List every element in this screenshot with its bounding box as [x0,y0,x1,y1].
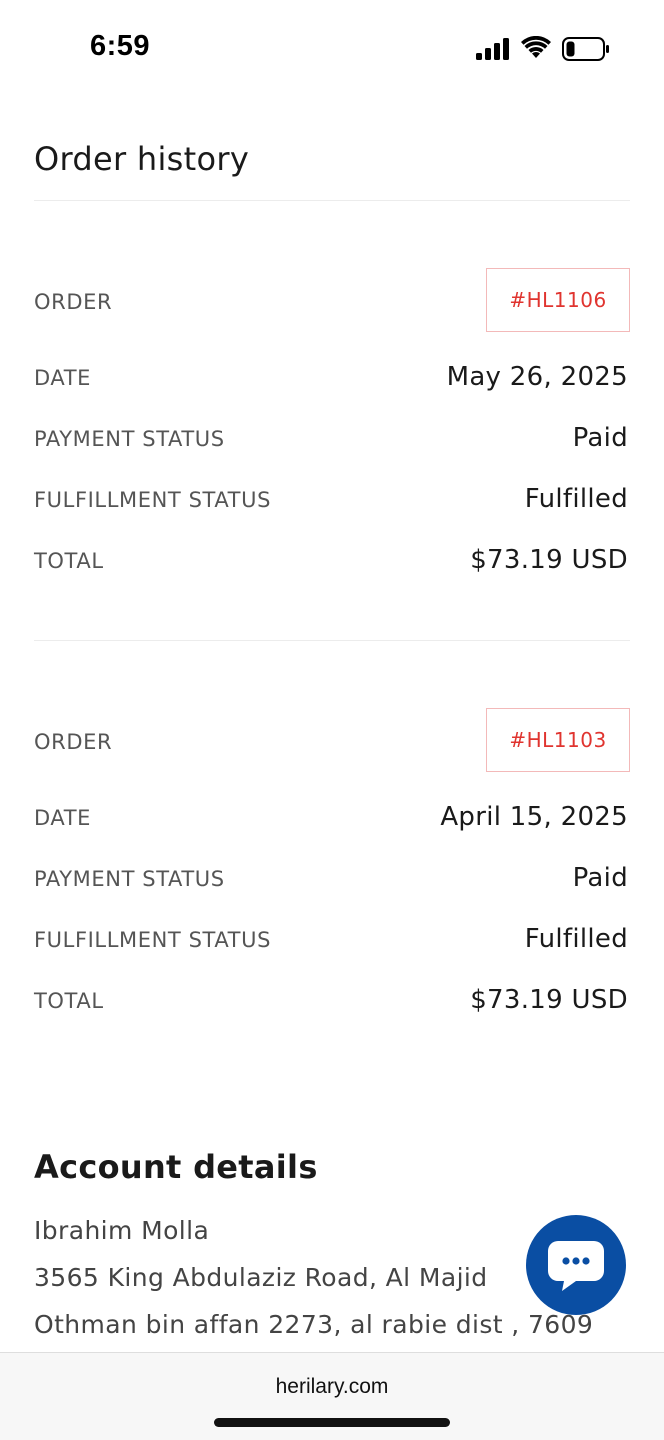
page-title: Order history [34,140,250,178]
order-number-link[interactable]: #HL1103 [486,708,630,772]
divider [34,200,630,201]
total-row: TOTAL $73.19 USD [34,981,630,1021]
order-number-link[interactable]: #HL1106 [486,268,630,332]
home-indicator[interactable] [214,1418,450,1427]
account-address-line1: 3565 King Abdulaziz Road, Al Majid [34,1263,488,1292]
account-details-title: Account details [34,1148,318,1186]
date-value: April 15, 2025 [440,802,628,832]
status-time: 6:59 [90,30,151,62]
fulfillment-status-label: FULFILLMENT STATUS [34,488,272,512]
order-row: ORDER #HL1103 [34,708,630,772]
fulfillment-status-label: FULFILLMENT STATUS [34,928,272,952]
divider [34,640,630,641]
fulfillment-status-row: FULFILLMENT STATUS Fulfilled [34,920,630,960]
browser-address-bar: herilary.com [0,1352,664,1440]
fulfillment-status-row: FULFILLMENT STATUS Fulfilled [34,480,630,520]
order-row: ORDER #HL1106 [34,268,630,332]
status-bar: 6:59 [0,0,664,100]
total-label: TOTAL [34,549,104,573]
payment-status-label: PAYMENT STATUS [34,427,225,451]
chat-button[interactable] [526,1215,626,1315]
payment-status-row: PAYMENT STATUS Paid [34,419,630,459]
signal-icon [476,38,509,60]
total-label: TOTAL [34,989,104,1013]
fulfillment-status-value: Fulfilled [524,924,628,954]
total-value: $73.19 USD [470,545,628,575]
payment-status-label: PAYMENT STATUS [34,867,225,891]
date-row: DATE May 26, 2025 [34,358,630,398]
account-name: Ibrahim Molla [34,1216,210,1245]
payment-status-row: PAYMENT STATUS Paid [34,859,630,899]
date-row: DATE April 15, 2025 [34,798,630,838]
fulfillment-status-value: Fulfilled [524,484,628,514]
date-label: DATE [34,806,92,830]
chat-bubble-icon [548,1241,604,1291]
wifi-icon [521,36,551,58]
date-value: May 26, 2025 [446,362,628,392]
date-label: DATE [34,366,92,390]
payment-status-value: Paid [572,863,628,893]
total-value: $73.19 USD [470,985,628,1015]
order-label: ORDER [34,290,113,314]
payment-status-value: Paid [572,423,628,453]
order-label: ORDER [34,730,113,754]
total-row: TOTAL $73.19 USD [34,541,630,581]
url-text[interactable]: herilary.com [0,1375,664,1399]
battery-icon [562,37,609,61]
account-address-line2: Othman bin affan 2273, al rabie dist , 7… [34,1310,594,1339]
